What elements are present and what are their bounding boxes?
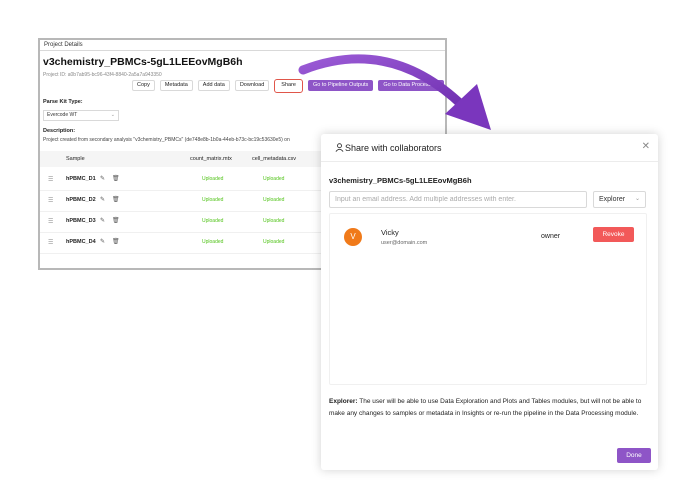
revoke-button[interactable]: Revoke <box>593 227 634 242</box>
project-title: v3chemistry_PBMCs-5gL1LEEovMgB6h <box>43 56 243 68</box>
add-data-button[interactable]: Add data <box>197 80 230 91</box>
column-header-sample: Sample <box>66 156 85 162</box>
modal-header: Share with collaborators ✕ <box>321 134 658 162</box>
parse-kit-label: Parse Kit Type: <box>43 99 83 105</box>
status-badge: Uploaded <box>202 239 224 245</box>
status-badge: Uploaded <box>263 218 285 224</box>
drag-handle-icon[interactable]: ☰ <box>48 218 53 225</box>
trash-icon[interactable]: 🗑 <box>112 175 120 182</box>
user-icon <box>335 143 344 152</box>
chevron-down-icon: ⌄ <box>634 196 640 202</box>
parse-kit-select[interactable]: Evercode WT ⌄ <box>43 110 119 121</box>
description-text: Project created from secondary analysis … <box>43 137 290 143</box>
collaborator-email: user@domain.com <box>381 240 428 246</box>
column-header-count-matrix: count_matrix.mtx <box>190 156 232 162</box>
edit-icon[interactable]: ✎ <box>100 196 105 203</box>
role-explainer-label: Explorer: <box>329 398 358 405</box>
trash-icon[interactable]: 🗑 <box>112 217 120 224</box>
drag-handle-icon[interactable]: ☰ <box>48 197 53 204</box>
curved-arrow-icon <box>298 54 491 130</box>
download-button[interactable]: Download <box>234 80 270 91</box>
status-badge: Uploaded <box>263 197 285 203</box>
copy-button[interactable]: Copy <box>132 80 155 91</box>
screenshot-stage: Project Details v3chemistry_PBMCs-5gL1LE… <box>0 0 700 500</box>
project-id: Project ID: a0b7ab95-bc96-43f4-8840-2a5a… <box>43 72 162 78</box>
collaborator-role: owner <box>541 233 561 240</box>
description-label: Description: <box>43 128 76 134</box>
drag-handle-icon[interactable]: ☰ <box>48 176 53 183</box>
role-explainer-text: The user will be able to use Data Explor… <box>329 398 642 417</box>
status-badge: Uploaded <box>202 197 224 203</box>
sample-name: hPBMC_D2 <box>66 197 96 203</box>
column-header-cell-metadata: cell_metadata.csv <box>252 156 297 162</box>
parse-kit-value: Evercode WT <box>47 112 78 118</box>
trash-icon[interactable]: 🗑 <box>112 196 120 203</box>
modal-title-text: Share with collaborators <box>345 143 442 153</box>
sample-name: hPBMC_D4 <box>66 239 96 245</box>
sample-name: hPBMC_D1 <box>66 176 96 182</box>
collaborator-name: Vicky <box>381 228 399 237</box>
status-badge: Uploaded <box>263 176 285 182</box>
email-input[interactable] <box>329 191 587 208</box>
sample-name: hPBMC_D3 <box>66 218 96 224</box>
metadata-button[interactable]: Metadata <box>159 80 193 91</box>
trash-icon[interactable]: 🗑 <box>112 238 120 245</box>
status-badge: Uploaded <box>263 239 285 245</box>
done-button[interactable]: Done <box>617 448 651 463</box>
drag-handle-icon[interactable]: ☰ <box>48 239 53 246</box>
edit-icon[interactable]: ✎ <box>100 238 105 245</box>
edit-icon[interactable]: ✎ <box>100 217 105 224</box>
collaborator-list: V Vicky user@domain.com owner Revoke <box>329 213 647 385</box>
share-modal: Share with collaborators ✕ v3chemistry_P… <box>321 134 658 470</box>
status-badge: Uploaded <box>202 218 224 224</box>
avatar: V <box>344 228 362 246</box>
role-explainer: Explorer: The user will be able to use D… <box>329 396 651 419</box>
chevron-down-icon: ⌄ <box>110 112 115 118</box>
modal-title: Share with collaborators <box>335 143 442 153</box>
close-icon[interactable]: ✕ <box>642 141 650 152</box>
role-select-value: Explorer <box>599 196 626 203</box>
modal-project-name: v3chemistry_PBMCs-5gL1LEEovMgB6h <box>329 176 472 185</box>
edit-icon[interactable]: ✎ <box>100 175 105 182</box>
role-select[interactable]: Explorer ⌄ <box>593 191 646 208</box>
status-badge: Uploaded <box>202 176 224 182</box>
